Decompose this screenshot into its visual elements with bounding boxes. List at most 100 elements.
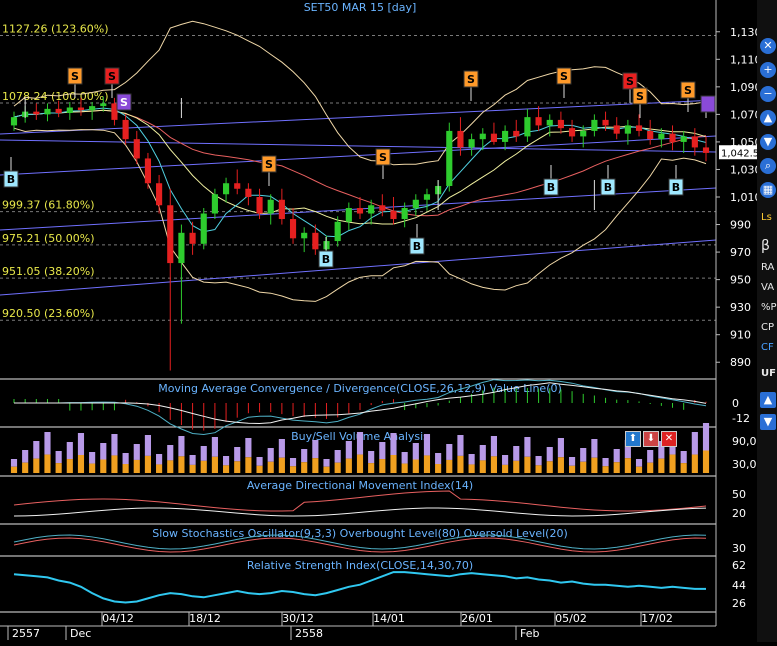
sell-signal-label: S bbox=[684, 84, 692, 97]
volume-sell-bar bbox=[502, 455, 509, 465]
volume-sell-bar bbox=[635, 459, 643, 467]
volume-buy-bar bbox=[345, 458, 352, 473]
candle-body bbox=[691, 136, 698, 148]
volume-sell-bar bbox=[156, 454, 163, 465]
volume-sell-bar bbox=[278, 439, 285, 458]
volume-sell-bar bbox=[468, 454, 475, 465]
toolbar-ls[interactable]: Ls bbox=[761, 212, 772, 223]
sell-signal-label: S bbox=[265, 158, 273, 171]
candlestick-series bbox=[10, 96, 710, 371]
stoch-d-line bbox=[13, 537, 707, 553]
date-tick-label: 04/12 bbox=[102, 612, 134, 625]
candle-body bbox=[345, 208, 352, 222]
panel-tick-label: 44 bbox=[732, 579, 746, 592]
volume-buy-bar bbox=[647, 462, 654, 473]
buy-signal-label: B bbox=[547, 181, 555, 194]
toolbar-cp[interactable]: CP bbox=[761, 322, 774, 333]
volume-buy-bar bbox=[66, 459, 73, 473]
volume-sell-bar bbox=[267, 448, 274, 462]
candle-body bbox=[591, 119, 598, 131]
toolbar-va[interactable]: VA bbox=[761, 282, 774, 293]
candle-body bbox=[144, 158, 152, 184]
panel-marker-label: S bbox=[120, 96, 128, 109]
candle-body bbox=[89, 106, 96, 111]
panel-tick-label: 50 bbox=[732, 488, 746, 501]
candle-body bbox=[613, 125, 620, 134]
volume-sell-bar bbox=[446, 444, 453, 460]
volume-buy-bar bbox=[278, 457, 285, 473]
chart-title: SET50 MAR 15 [day] bbox=[304, 1, 417, 14]
volume-buy-bar bbox=[624, 458, 631, 473]
signal-badges: S SSSS S SS SBBBB B BS bbox=[3, 67, 716, 268]
volume-down-icon[interactable]: ⬇ bbox=[643, 431, 659, 447]
volume-close-icon[interactable]: ✕ bbox=[661, 431, 677, 447]
date-tick-label: 30/12 bbox=[282, 612, 314, 625]
toolbar-beta[interactable]: β bbox=[761, 238, 770, 254]
sell-signal-label: S bbox=[467, 73, 475, 86]
indicator-bands bbox=[13, 20, 707, 302]
volume-sell-bar bbox=[144, 435, 152, 456]
panel-tick-label: 26 bbox=[732, 597, 746, 610]
volume-sell-bar bbox=[524, 437, 531, 457]
volume-sell-bar bbox=[490, 436, 498, 457]
adx-line bbox=[13, 507, 707, 517]
date-tick-label: 26/01 bbox=[461, 612, 493, 625]
zoom-in-icon[interactable]: + bbox=[760, 62, 776, 78]
panel-tick-label: 62 bbox=[732, 559, 746, 572]
date-tick-label: 17/02 bbox=[641, 612, 673, 625]
panel-tick-label: -12 bbox=[732, 412, 750, 425]
volume-sell-bar bbox=[189, 455, 196, 465]
toolbar-ra[interactable]: RA bbox=[761, 262, 774, 273]
candle-body bbox=[44, 108, 51, 115]
volume-buy-bar bbox=[635, 466, 643, 473]
toolbar-pp[interactable]: %P bbox=[761, 302, 777, 313]
candle-body bbox=[334, 221, 341, 242]
candle-body bbox=[189, 232, 196, 244]
volume-sell-bar bbox=[44, 432, 51, 455]
price-panel: 1127.26 (123.60%)1078.24 (100.00%)999.37… bbox=[0, 23, 717, 321]
pan-up-icon[interactable]: ▲ bbox=[760, 110, 776, 126]
volume-buy-bar bbox=[356, 454, 364, 473]
candle-body bbox=[502, 130, 509, 142]
volume-buy-bar bbox=[200, 460, 207, 473]
volume-buy-bar bbox=[580, 461, 587, 473]
volume-buy-bar bbox=[568, 465, 576, 473]
volume-buy-bar bbox=[234, 461, 241, 473]
pan-down-icon[interactable]: ▼ bbox=[760, 134, 776, 150]
volume-sell-bar bbox=[323, 459, 330, 467]
volume-buy-bar bbox=[10, 466, 18, 473]
price-tick-label: 890 bbox=[730, 356, 751, 369]
candle-body bbox=[624, 125, 631, 134]
volume-sell-bar bbox=[513, 446, 520, 461]
volume-buy-bar bbox=[211, 456, 218, 473]
zoom-out-icon[interactable]: − bbox=[760, 86, 776, 102]
grid-icon[interactable]: ▦ bbox=[760, 182, 776, 198]
candle-body bbox=[535, 117, 542, 126]
candle-body bbox=[457, 130, 464, 148]
fib-level-label: 999.37 (61.80%) bbox=[2, 199, 95, 212]
volume-buy-bar bbox=[390, 455, 397, 473]
scroll-down-icon[interactable]: ▼ bbox=[760, 414, 776, 430]
scroll-up-icon[interactable]: ▲ bbox=[760, 392, 776, 408]
panel-tick-label: 20 bbox=[732, 507, 746, 520]
volume-sell-bar bbox=[535, 456, 542, 466]
candle-body bbox=[133, 139, 140, 159]
candle-body bbox=[178, 232, 185, 264]
volume-buy-bar bbox=[401, 463, 408, 473]
close-panel-button[interactable]: ✕ bbox=[760, 38, 776, 54]
candle-body bbox=[580, 130, 587, 137]
volume-buy-bar bbox=[100, 459, 107, 473]
search-icon[interactable]: ⌕ bbox=[760, 158, 776, 174]
candle-body bbox=[468, 139, 475, 148]
candle-body bbox=[256, 197, 263, 214]
volume-sell-bar bbox=[122, 453, 129, 464]
volume-sell-bar bbox=[133, 444, 140, 460]
panel-tick-label: 0 bbox=[732, 397, 739, 410]
candle-body bbox=[423, 194, 431, 200]
toolbar-uf[interactable]: UF bbox=[761, 368, 776, 379]
volume-buy-bar bbox=[323, 466, 330, 473]
volume-up-icon[interactable]: ⬆ bbox=[625, 431, 641, 447]
toolbar-cf[interactable]: CF bbox=[761, 342, 774, 353]
volume-sell-bar bbox=[390, 433, 397, 455]
volume-sell-bar bbox=[345, 441, 352, 459]
